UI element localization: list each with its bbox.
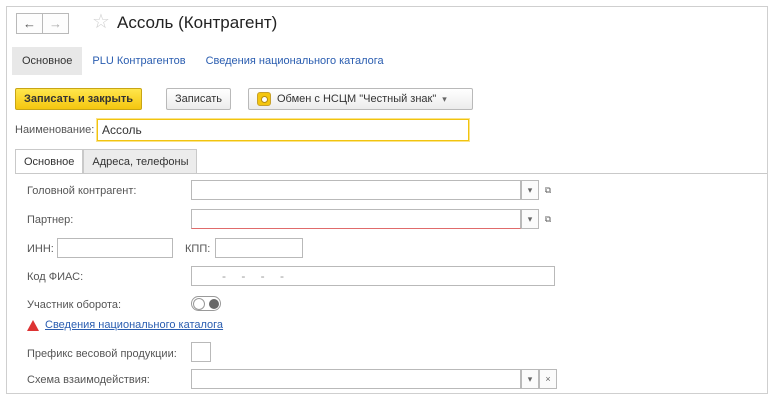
head-counterparty-input[interactable] [191,180,521,200]
form-tab-main[interactable]: Основное [15,149,84,174]
interaction-scheme-input[interactable] [191,369,521,389]
national-catalog-warning: Сведения национального каталога [27,319,223,331]
form-tab-addresses[interactable]: Адреса, телефоны [83,149,198,174]
interaction-scheme-clear[interactable]: × [539,369,557,389]
participant-label: Участник оборота: [27,299,122,311]
exchange-icon [257,92,271,106]
panel-tab-plu[interactable]: PLU Контрагентов [82,47,195,75]
participant-toggle[interactable] [191,296,221,311]
arrow-right-icon: → [49,16,62,31]
form-tabs: Основное Адреса, телефоны [15,149,198,174]
partner-label: Партнер: [27,214,74,226]
head-counterparty-label: Головной контрагент: [27,185,137,197]
weight-prefix-label: Префикс весовой продукции: [27,348,177,360]
interaction-scheme-dropdown[interactable]: ▾ [521,369,539,389]
favorite-star-icon[interactable]: ☆ [92,12,110,32]
save-and-close-button[interactable]: Записать и закрыть [15,88,143,110]
open-form-icon: ⧉ [544,184,552,195]
name-input-value: Ассоль [102,123,142,137]
inn-label: ИНН: [27,243,54,255]
weight-prefix-input[interactable] [191,342,211,362]
clear-icon: × [545,374,551,384]
name-input[interactable]: Ассоль [97,119,469,141]
kpp-label: КПП: [185,243,211,255]
chevron-down-icon: ▾ [527,213,533,224]
toggle-knob [193,298,205,310]
forward-button[interactable]: → [43,13,69,34]
form-window: ← → ☆ Ассоль (Контрагент) Основное PLU К… [6,6,768,394]
tab-divider [15,173,767,174]
panel-tab-national-catalog[interactable]: Сведения национального каталога [196,47,394,75]
partner-open[interactable]: ⧉ [539,209,557,229]
interaction-scheme-label: Схема взаимодействия: [27,374,150,386]
head-counterparty-open[interactable]: ⧉ [539,180,557,200]
chevron-down-icon: ▾ [527,373,533,384]
exchange-dropdown-button[interactable]: Обмен с НСЦМ "Честный знак" ▾ [248,88,473,110]
chevron-down-icon: ▾ [527,184,533,195]
panel-tabs: Основное PLU Контрагентов Сведения нацио… [12,47,394,75]
chevron-down-icon: ▾ [442,93,447,104]
open-form-icon: ⧉ [544,213,552,224]
warning-icon [27,319,39,331]
fias-label: Код ФИАС: [27,271,84,283]
nav-buttons: ← → [16,13,69,34]
partner-input[interactable] [191,209,521,229]
inn-input[interactable] [57,238,173,258]
partner-dropdown[interactable]: ▾ [521,209,539,229]
save-button[interactable]: Записать [166,88,232,110]
national-catalog-link[interactable]: Сведения национального каталога [45,319,223,331]
fias-input[interactable]: - - - - [191,266,555,286]
panel-tab-main[interactable]: Основное [12,47,83,75]
head-counterparty-dropdown[interactable]: ▾ [521,180,539,200]
page-title: Ассоль (Контрагент) [117,13,278,32]
fias-mask: - - - - [222,269,290,283]
exchange-button-label: Обмен с НСЦМ "Честный знак" [277,93,437,105]
arrow-left-icon: ← [23,16,36,31]
back-button[interactable]: ← [16,13,43,34]
name-label: Наименование: [15,124,95,136]
kpp-input[interactable] [215,238,303,258]
toggle-indicator [209,299,219,309]
